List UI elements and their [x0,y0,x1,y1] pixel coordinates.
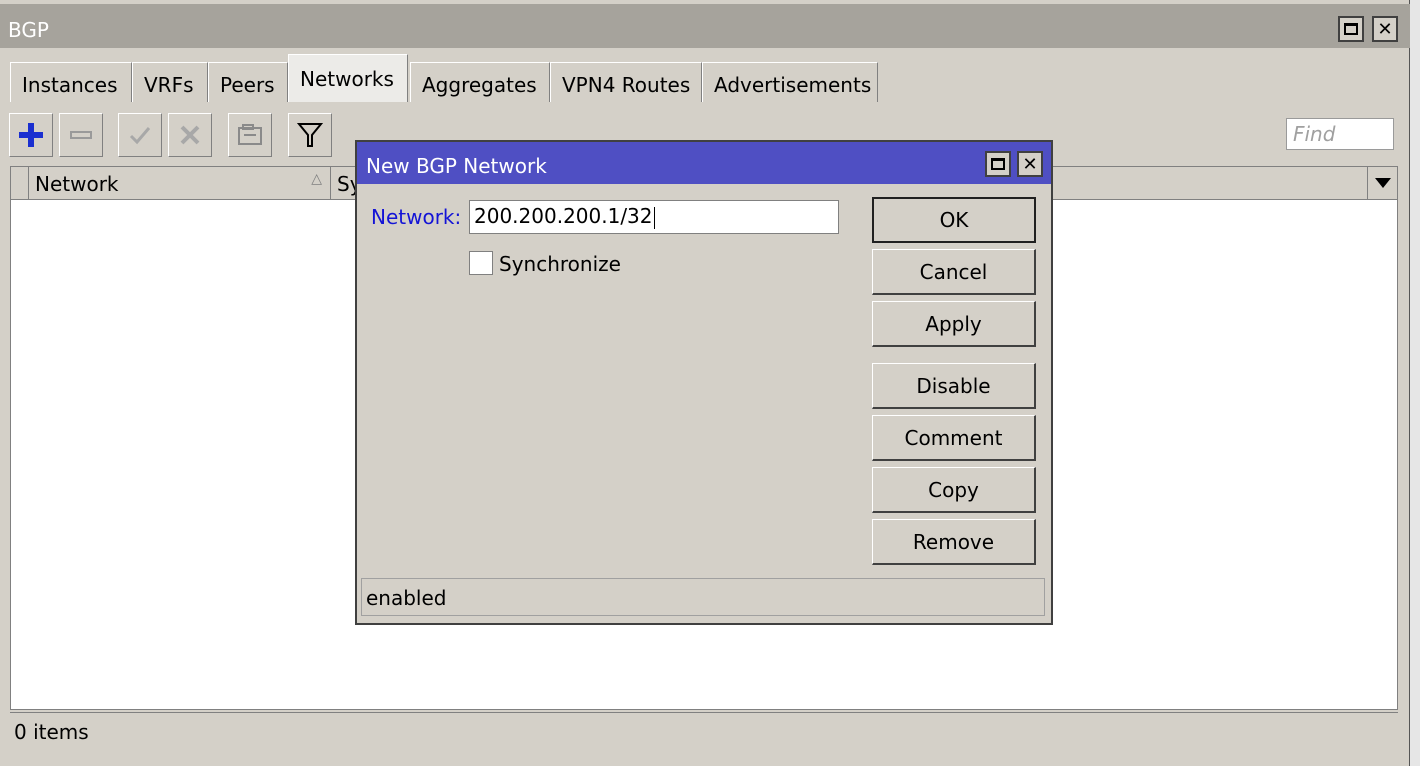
tab-label: Aggregates [422,73,537,97]
tab-label: Advertisements [714,73,872,97]
apply-button[interactable]: Apply [872,301,1036,347]
tab-vrfs[interactable]: VRFs [132,62,208,102]
close-icon: ✕ [1022,153,1038,175]
synchronize-checkbox[interactable] [469,251,493,275]
remove-button[interactable] [59,113,103,157]
background-window-edge [1410,0,1420,766]
tab-aggregates[interactable]: Aggregates [410,62,550,102]
column-header-label: Network [35,172,119,196]
copy-button[interactable]: Copy [872,467,1036,513]
column-chooser-button[interactable] [1367,167,1398,199]
tab-vpn4-routes[interactable]: VPN4 Routes [550,62,702,102]
window-title: BGP [8,18,49,42]
close-icon: ✕ [1377,18,1393,40]
network-value: 200.200.200.1/32 [474,204,653,228]
status-bar: 0 items [10,712,1398,750]
network-input[interactable]: 200.200.200.1/32 [469,200,839,234]
add-button[interactable] [9,113,53,157]
disable-button[interactable] [168,113,212,157]
remove-entry-button[interactable]: Remove [872,519,1036,565]
tab-label: Networks [300,67,394,91]
column-header-flags[interactable] [11,167,29,199]
close-button[interactable]: ✕ [1372,16,1398,42]
disable-entry-button[interactable]: Disable [872,363,1036,409]
button-label: Apply [925,311,982,336]
dialog-status-text: enabled [366,586,447,610]
new-bgp-network-dialog: New BGP Network ✕ Network: 200.200.200.1… [355,140,1053,625]
find-input[interactable]: Find [1286,118,1394,150]
dialog-status-bar: enabled [361,578,1045,616]
ok-button[interactable]: OK [872,197,1036,243]
add-icon [19,123,43,147]
dialog-title: New BGP Network [366,154,547,178]
item-count: 0 items [14,720,89,744]
x-icon [180,125,200,145]
dialog-titlebar[interactable]: New BGP Network ✕ [357,142,1051,184]
comment-button[interactable] [228,113,272,157]
dialog-close-button[interactable]: ✕ [1017,151,1043,177]
comment-entry-button[interactable]: Comment [872,415,1036,461]
tab-peers[interactable]: Peers [208,62,288,102]
window-titlebar[interactable]: BGP ✕ [0,4,1410,48]
tab-advertisements[interactable]: Advertisements [702,62,878,102]
button-label: OK [939,208,969,232]
find-placeholder: Find [1293,122,1336,146]
synchronize-label: Synchronize [499,252,621,276]
filter-button[interactable] [288,113,332,157]
button-label: Cancel [919,259,988,284]
button-label: Remove [912,529,995,554]
button-label: Copy [928,477,979,502]
maximize-icon [991,158,1005,170]
sort-asc-icon: △ [311,171,322,187]
comment-icon [238,124,262,145]
chevron-down-icon [1375,178,1391,188]
button-label: Disable [916,373,991,398]
filter-icon [297,123,323,147]
maximize-icon [1344,23,1358,35]
cancel-button[interactable]: Cancel [872,249,1036,295]
text-caret [653,206,655,229]
dialog-maximize-button[interactable] [985,151,1011,177]
tab-label: VPN4 Routes [562,73,691,97]
tab-label: VRFs [144,73,194,97]
tab-instances[interactable]: Instances [10,62,132,102]
maximize-button[interactable] [1338,16,1364,42]
column-header-network[interactable]: Network △ [29,167,331,199]
tab-label: Instances [22,73,118,97]
button-label: Comment [904,425,1003,450]
network-label: Network: [371,205,462,229]
remove-icon [70,131,92,139]
check-icon [129,127,151,145]
tab-label: Peers [220,73,275,97]
tab-networks[interactable]: Networks [288,54,408,102]
enable-button[interactable] [118,113,162,157]
